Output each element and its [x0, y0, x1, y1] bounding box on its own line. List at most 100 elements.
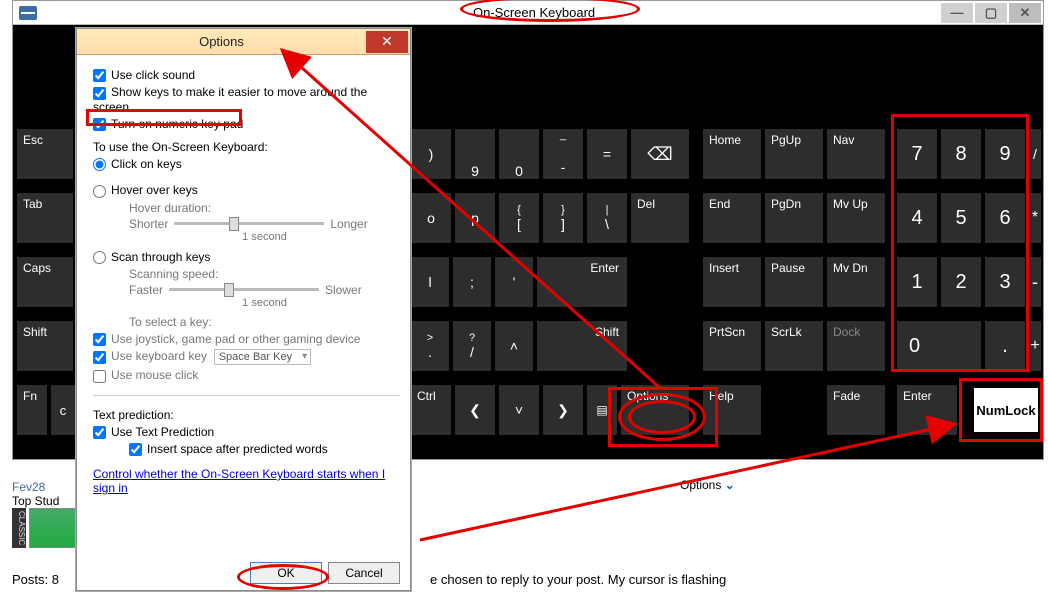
ok-button[interactable]: OK	[250, 562, 322, 584]
key-rbracket[interactable]: }]	[543, 193, 583, 243]
classic-tab[interactable]: CLASSIC	[12, 508, 26, 548]
key-home[interactable]: Home	[703, 129, 761, 179]
radio-hover-keys[interactable]: Hover over keys	[93, 183, 400, 197]
key-o[interactable]: o	[411, 193, 451, 243]
osk-titlebar[interactable]: On-Screen Keyboard — ▢ ✕	[13, 1, 1043, 25]
numpad-1[interactable]: 1	[897, 257, 937, 307]
hover-slider[interactable]: Shorter Longer	[129, 217, 400, 231]
key-prtscn[interactable]: PrtScn	[703, 321, 761, 371]
chevron-down-icon: ⌄	[725, 478, 735, 492]
hover-duration-label: Hover duration:	[129, 201, 400, 215]
cancel-button[interactable]: Cancel	[328, 562, 400, 584]
chk-click-sound[interactable]: Use click sound	[93, 68, 400, 82]
select-key-label: To select a key:	[129, 315, 400, 329]
key-down[interactable]: ˅	[499, 385, 539, 435]
numpad-min[interactable]: -	[1029, 257, 1041, 307]
section-use-label: To use the On-Screen Keyboard:	[93, 140, 400, 154]
key-end[interactable]: End	[703, 193, 761, 243]
chk-joystick[interactable]: Use joystick, game pad or other gaming d…	[93, 332, 400, 346]
chk-show-keys[interactable]: Show keys to make it easier to move arou…	[93, 85, 400, 113]
scan-value: 1 second	[129, 297, 400, 309]
close-button[interactable]: ✕	[1009, 3, 1041, 23]
key-tab[interactable]: Tab	[17, 193, 73, 243]
key-scrlk[interactable]: ScrLk	[765, 321, 823, 371]
numpad-7[interactable]: 7	[897, 129, 937, 179]
key-9[interactable]: 9	[455, 129, 495, 179]
numpad-div[interactable]: /	[1029, 129, 1041, 179]
key-shift-left[interactable]: Shift	[17, 321, 73, 371]
key-insert[interactable]: Insert	[703, 257, 761, 307]
radio-click-keys[interactable]: Click on keys	[93, 157, 400, 171]
key-numlock[interactable]: NumLock	[971, 385, 1041, 435]
key-up[interactable]: ˄	[495, 321, 533, 371]
key-l[interactable]: l	[411, 257, 449, 307]
numpad-9[interactable]: 9	[985, 129, 1025, 179]
key-dock[interactable]: Dock	[827, 321, 885, 371]
options-title: Options	[77, 34, 366, 49]
reply-text: e chosen to reply to your post. My curso…	[430, 572, 726, 587]
numpad-3[interactable]: 3	[985, 257, 1025, 307]
numpad-2[interactable]: 2	[941, 257, 981, 307]
key-pgdn[interactable]: PgDn	[765, 193, 823, 243]
key-right[interactable]: ❯	[543, 385, 583, 435]
key-left[interactable]: ❮	[455, 385, 495, 435]
options-close-button[interactable]: ✕	[366, 31, 408, 53]
options-titlebar[interactable]: Options ✕	[77, 29, 410, 55]
key-pause[interactable]: Pause	[765, 257, 823, 307]
key-c[interactable]: c	[51, 385, 75, 435]
key-options[interactable]: Options	[621, 385, 689, 435]
numpad-plus[interactable]: +	[1029, 321, 1041, 371]
key-mvup[interactable]: Mv Up	[827, 193, 885, 243]
key-enter-main[interactable]: Enter	[537, 257, 627, 307]
key-nav[interactable]: Nav	[827, 129, 885, 179]
key-semicolon[interactable]: ;	[453, 257, 491, 307]
startup-link[interactable]: Control whether the On-Screen Keyboard s…	[93, 467, 400, 495]
minimize-button[interactable]: —	[941, 3, 973, 23]
key-mvdn[interactable]: Mv Dn	[827, 257, 885, 307]
numpad-8[interactable]: 8	[941, 129, 981, 179]
key-del[interactable]: Del	[631, 193, 689, 243]
key-quote[interactable]: '	[495, 257, 533, 307]
chk-text-prediction[interactable]: Use Text Prediction	[93, 425, 400, 439]
text-prediction-label: Text prediction:	[93, 408, 400, 422]
key-shift-right[interactable]: Shift	[537, 321, 627, 371]
key-ctrl[interactable]: Ctrl	[411, 385, 451, 435]
post-count: Posts: 8	[12, 572, 59, 587]
numpad-5[interactable]: 5	[941, 193, 981, 243]
key-fade[interactable]: Fade	[827, 385, 885, 435]
numpad-enter[interactable]: Enter	[897, 385, 957, 435]
key-esc[interactable]: Esc	[17, 129, 73, 179]
key-lbracket[interactable]: {[	[499, 193, 539, 243]
key-caps[interactable]: Caps	[17, 257, 73, 307]
chk-mouse-click[interactable]: Use mouse click	[93, 368, 400, 382]
numpad-0[interactable]: 0	[897, 321, 981, 371]
key-backslash[interactable]: |\	[587, 193, 627, 243]
key-slash[interactable]: ?/	[453, 321, 491, 371]
key-0[interactable]: 0	[499, 129, 539, 179]
chk-numpad[interactable]: Turn on numeric key pad	[93, 117, 400, 131]
key-fn[interactable]: Fn	[17, 385, 47, 435]
numpad-mul[interactable]: *	[1029, 193, 1041, 243]
key-backspace[interactable]: ⌫	[631, 129, 689, 179]
numpad-dot[interactable]: .	[985, 321, 1025, 371]
scan-speed-label: Scanning speed:	[129, 267, 400, 281]
keyboard-icon	[19, 6, 37, 20]
key-help[interactable]: Help	[703, 385, 761, 435]
hover-value: 1 second	[129, 231, 400, 243]
chk-keyboard-key[interactable]: Use keyboard key Space Bar Key	[93, 349, 400, 365]
key-p[interactable]: p	[455, 193, 495, 243]
maximize-button[interactable]: ▢	[975, 3, 1007, 23]
lower-options-link[interactable]: Options ⌄	[680, 478, 735, 492]
radio-scan-keys[interactable]: Scan through keys	[93, 250, 400, 264]
numpad-6[interactable]: 6	[985, 193, 1025, 243]
key-equal[interactable]: =	[587, 129, 627, 179]
key-pgup[interactable]: PgUp	[765, 129, 823, 179]
key-dot[interactable]: >.	[411, 321, 449, 371]
chk-insert-space[interactable]: Insert space after predicted words	[129, 442, 400, 456]
key-dash[interactable]: _-	[543, 129, 583, 179]
numpad-4[interactable]: 4	[897, 193, 937, 243]
osk-title: On-Screen Keyboard	[473, 5, 595, 20]
keyboard-key-select[interactable]: Space Bar Key	[214, 349, 311, 365]
scan-slider[interactable]: Faster Slower	[129, 283, 400, 297]
key-menu[interactable]: ▤	[587, 385, 617, 435]
